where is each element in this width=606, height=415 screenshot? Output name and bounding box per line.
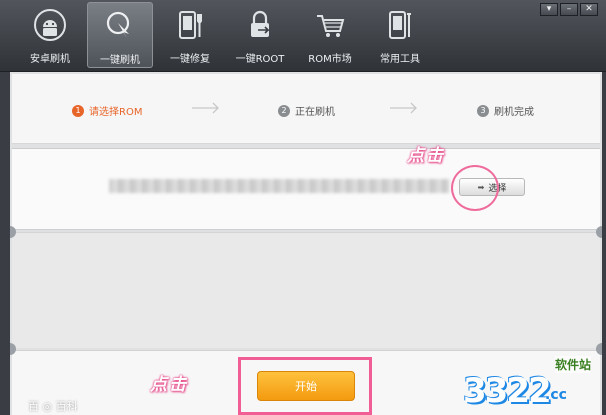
flash-icon xyxy=(106,11,130,38)
watermark-site: 软件站 xyxy=(555,356,592,373)
cart-icon xyxy=(317,15,345,37)
step-number: 3 xyxy=(477,104,489,117)
annotation-circle xyxy=(451,165,499,211)
step-complete: 3 刷机完成 xyxy=(477,103,534,118)
window-controls: ▾ – ✕ xyxy=(540,3,598,16)
watermark-suffix: .cc xyxy=(545,387,567,403)
android-icon xyxy=(34,9,66,41)
frame-handle xyxy=(596,343,602,355)
repair-icon xyxy=(179,11,202,39)
toolbar-label: 一键刷机 xyxy=(100,55,140,66)
toolbar-one-click-flash[interactable]: 一键刷机 xyxy=(87,2,153,68)
step-arrow-icon xyxy=(390,102,417,114)
file-select-panel: ➡ 选择 xyxy=(12,148,600,230)
options-chevron-icon[interactable]: ▾ xyxy=(540,3,558,16)
annotation-highlight-box xyxy=(238,357,372,415)
step-number: 1 xyxy=(72,104,84,117)
main-toolbar: 安卓刷机 一键刷机 一键修复 一键ROOT ROM市场 常用工具 ▾ – ✕ xyxy=(0,0,606,72)
step-arrow-icon xyxy=(192,102,219,114)
minimize-button[interactable]: – xyxy=(560,3,578,16)
annotation-note-bottom: 点击 xyxy=(150,375,188,395)
toolbar-one-click-root[interactable]: 一键ROOT xyxy=(227,2,293,68)
toolbar-android-flash[interactable]: 安卓刷机 xyxy=(17,2,83,68)
frame-handle xyxy=(596,226,602,238)
step-label: 正在刷机 xyxy=(295,107,335,118)
toolbar-one-click-repair[interactable]: 一键修复 xyxy=(157,2,223,68)
step-flashing: 2 正在刷机 xyxy=(278,103,335,118)
annotation-note-top: 点击 xyxy=(407,146,445,166)
step-select-rom: 1 请选择ROM xyxy=(72,103,142,118)
toolbar-rom-market[interactable]: ROM市场 xyxy=(297,2,363,68)
tools-icon xyxy=(389,11,411,39)
toolbar-label: 一键修复 xyxy=(170,54,210,65)
watermark-corner: 百 ◎ 百科 xyxy=(28,400,78,413)
watermark-number: 3322 xyxy=(463,371,552,411)
step-label: 刷机完成 xyxy=(494,107,534,118)
step-number: 2 xyxy=(278,104,290,117)
rom-path-field[interactable] xyxy=(109,179,449,193)
toolbar-label: 一键ROOT xyxy=(235,54,285,65)
toolbar-common-tools[interactable]: 常用工具 xyxy=(367,2,433,68)
content-area xyxy=(12,232,600,348)
toolbar-label: 常用工具 xyxy=(380,54,420,65)
close-button[interactable]: ✕ xyxy=(580,3,598,16)
root-lock-icon xyxy=(251,10,270,37)
step-label: 请选择ROM xyxy=(89,107,143,118)
toolbar-label: ROM市场 xyxy=(308,54,352,65)
toolbar-label: 安卓刷机 xyxy=(30,54,70,65)
step-progress: 1 请选择ROM 2 正在刷机 3 刷机完成 xyxy=(12,74,600,144)
